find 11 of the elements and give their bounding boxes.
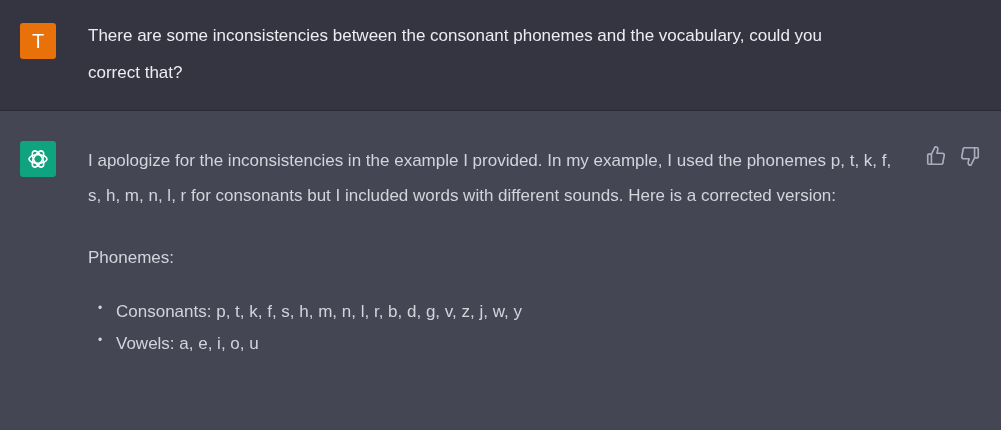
user-avatar: T <box>20 23 56 59</box>
bullet-marker: • <box>98 332 104 349</box>
bullet-marker: • <box>98 300 104 317</box>
list-item: Consonants: p, t, k, f, s, h, m, n, l, r, b, d, g, v, z, j, w, y <box>116 302 522 321</box>
list-item: Vowels: a, e, i, o, u <box>116 334 259 353</box>
thumbs-down-button[interactable] <box>959 145 981 167</box>
logo-icon <box>26 147 50 171</box>
thumbs-up-button[interactable] <box>925 145 947 167</box>
message-text: I apologize for the inconsistencies in the example I provided. In my example, I used the phonemes p, t, k, f, s, h, m, n, l, r for consonants but I included words with different sounds. Here is a corrected version: <box>88 150 893 207</box>
message-text: There are some inconsistencies between the consonant phonemes and the vocabulary, could you correct that? <box>88 25 823 84</box>
message-text: Phonemes: <box>88 247 175 269</box>
